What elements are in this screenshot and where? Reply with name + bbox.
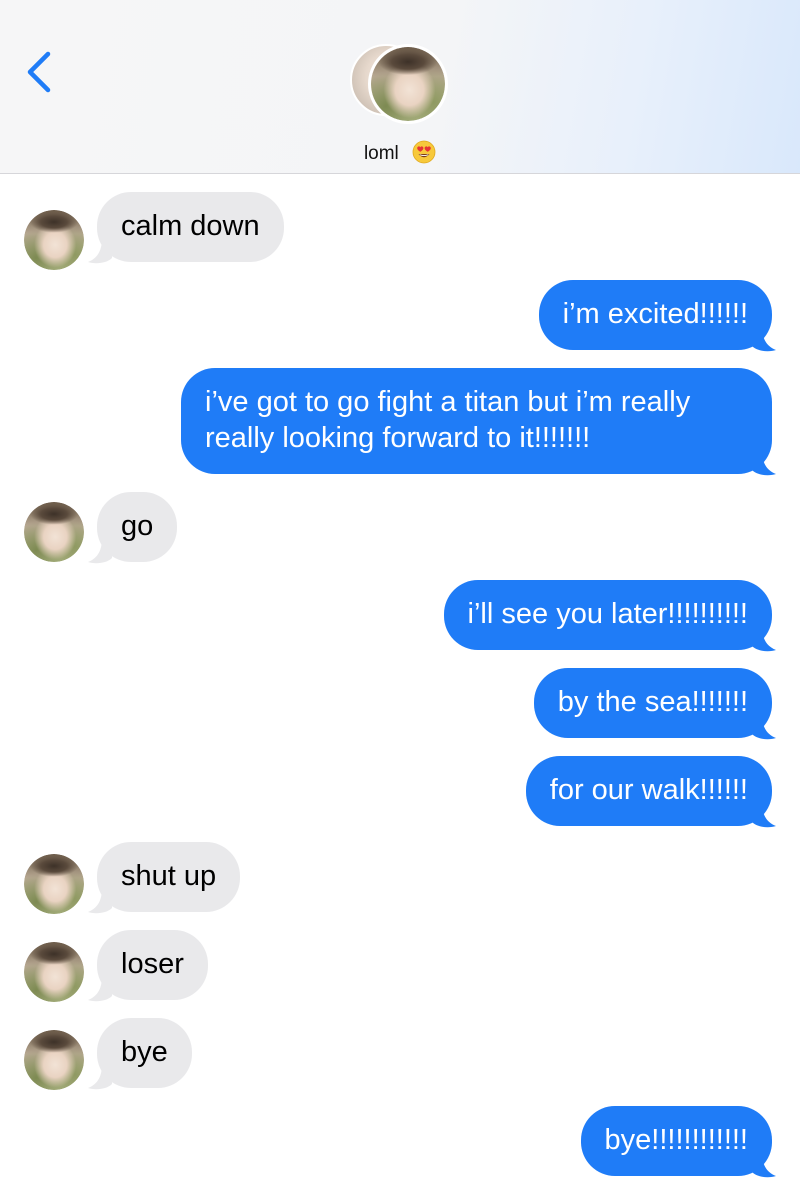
bubble-tail (88, 888, 112, 914)
bubble-tail (88, 538, 112, 564)
avatar (24, 210, 84, 270)
outgoing-message-bubble[interactable]: for our walk!!!!!! (525, 756, 772, 826)
bubble-tail (752, 714, 776, 740)
bubble-tail (88, 976, 112, 1002)
incoming-message-bubble[interactable]: calm down (97, 192, 284, 262)
message-text: bye (121, 1036, 168, 1068)
contact-name-area[interactable]: loml (0, 140, 800, 165)
message-text: by the sea!!!!!!! (557, 686, 748, 718)
message-text-line: really looking forward to it!!!!!!! (205, 422, 591, 454)
back-button[interactable] (18, 46, 58, 94)
message-text: loser (121, 948, 184, 980)
message-text-line: i’ve got to go fight a titan but i’m rea… (205, 386, 691, 418)
contact-name: loml (363, 143, 399, 164)
incoming-message-bubble[interactable]: shut up (97, 842, 241, 912)
bubble-tail (752, 1152, 776, 1178)
avatar (24, 854, 84, 914)
avatar (24, 502, 84, 562)
bubble-tail (752, 450, 776, 476)
message-text: for our walk!!!!!! (549, 774, 748, 806)
contact-avatar[interactable] (350, 44, 448, 124)
message-list[interactable]: calm down i’m excited!!!!!! i’ve got to … (0, 174, 800, 1200)
bubble-tail (752, 326, 776, 352)
bubble-tail (752, 802, 776, 828)
message-text: go (121, 510, 154, 542)
message-text: i’ll see you later!!!!!!!!!! (467, 598, 748, 630)
bubble-tail (752, 626, 776, 652)
message-text: i’m excited!!!!!! (562, 298, 748, 330)
message-text: shut up (121, 860, 217, 892)
outgoing-message-bubble[interactable]: by the sea!!!!!!! (533, 668, 772, 738)
outgoing-message-bubble[interactable]: i’m excited!!!!!! (538, 280, 772, 350)
incoming-message-bubble[interactable]: loser (97, 930, 208, 1000)
bubble-tail (88, 1064, 112, 1090)
conversation-header: loml (0, 0, 800, 174)
outgoing-message-bubble[interactable]: bye!!!!!!!!!!!! (580, 1106, 772, 1176)
outgoing-message-bubble[interactable]: i’ll see you later!!!!!!!!!! (443, 580, 772, 650)
bubble-tail (88, 238, 112, 264)
avatar (24, 1030, 84, 1090)
outgoing-message-bubble[interactable]: i’ve got to go fight a titan but i’m rea… (181, 368, 772, 474)
avatar (24, 942, 84, 1002)
avatar-front-photo (368, 44, 448, 124)
message-text: calm down (121, 210, 260, 242)
chevron-left-icon (27, 51, 51, 93)
heart-eyes-emoji-icon (412, 140, 436, 164)
message-text: bye!!!!!!!!!!!! (604, 1124, 748, 1156)
